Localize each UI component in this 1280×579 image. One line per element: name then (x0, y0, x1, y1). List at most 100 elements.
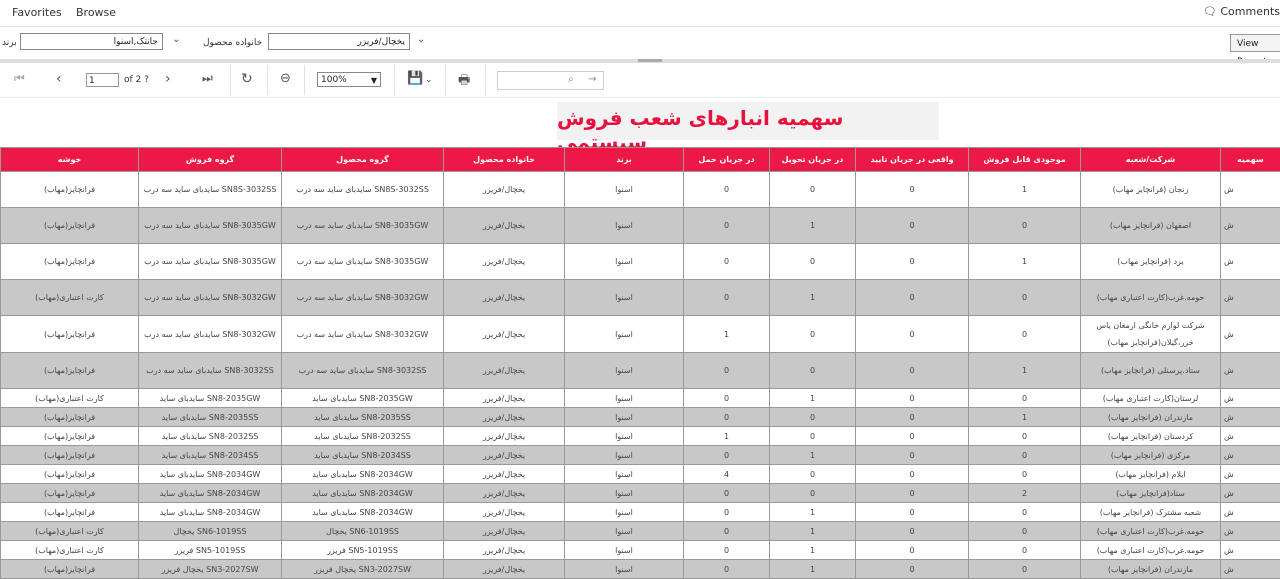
last-page-icon[interactable]: ⏭ (202, 71, 213, 86)
column-header-product-family[interactable]: خانواده محصول (444, 148, 565, 172)
zoom-value: 100% (321, 75, 347, 85)
column-header-cluster[interactable]: خوشه (1, 148, 139, 172)
cell-quota: ش (1221, 503, 1280, 522)
column-header-pending-approval[interactable]: واقعی در جریان تایید (856, 148, 969, 172)
cell-in-transit: 0 (684, 522, 770, 541)
cell-product-group: SN8-2034GW سایدبای ساید (282, 503, 444, 522)
cell-product-family: یخچال/فریزر (444, 503, 565, 522)
table-header: خوشهگروه فروشگروه محصولخانواده محصولبرند… (1, 148, 1280, 172)
refresh-icon[interactable]: ↻ (241, 71, 253, 87)
cell-company-branch: زنجان (فرانچایز مهاب) (1081, 172, 1221, 208)
cell-sales-group: SN8-3032GW سایدبای ساید سه درب (139, 316, 282, 353)
cell-product-family: یخچال/فریزر (444, 244, 565, 280)
cell-sales-group: SN5-1019SS فریزر (139, 541, 282, 560)
zoom-select[interactable]: 100% ▼ (317, 72, 381, 87)
family-label: خانواده محصول (203, 38, 262, 48)
brand-select[interactable]: جانتک,اسنوا (20, 33, 163, 50)
column-header-brand[interactable]: برند (565, 148, 684, 172)
find-icon[interactable]: ⌕ (568, 74, 574, 85)
cell-in-delivery: 1 (770, 541, 856, 560)
cell-quota: ش (1221, 408, 1280, 427)
report-table: خوشهگروه فروشگروه محصولخانواده محصولبرند… (0, 147, 1280, 579)
back-icon[interactable]: ⊖ (280, 71, 291, 86)
column-header-sales-group[interactable]: گروه فروش (139, 148, 282, 172)
export-dropdown-icon[interactable]: ⌄ (425, 75, 433, 85)
cell-in-transit: 1 (684, 427, 770, 446)
previous-page-icon[interactable]: ‹ (56, 71, 62, 87)
cell-company-branch: اصفهان (فرانچایز مهاب) (1081, 208, 1221, 244)
column-header-in-transit[interactable]: در جریان حمل (684, 148, 770, 172)
cell-company-branch: لرستان(کارت اعتباری مهاب) (1081, 389, 1221, 408)
cell-in-transit: 0 (684, 484, 770, 503)
column-header-in-delivery[interactable]: در جریان تحویل (770, 148, 856, 172)
cell-quota: ش (1221, 484, 1280, 503)
nav-favorites[interactable]: Favorites (12, 6, 62, 19)
cell-sales-group: SN8-2034SS سایدبای ساید (139, 446, 282, 465)
cell-brand: اسنوا (565, 244, 684, 280)
cell-available-stock: 0 (969, 503, 1081, 522)
view-report-button[interactable]: View Report (1230, 34, 1280, 52)
comments-label: Comments (1220, 5, 1280, 18)
comments-button[interactable]: 🗨 Comments (1203, 5, 1280, 18)
table-row: فرانچایز(مهاب)SN8S-3032SS سایدبای ساید س… (1, 172, 1280, 208)
cell-product-family: یخچال/فریزر (444, 280, 565, 316)
cell-pending-approval: 0 (856, 208, 969, 244)
cell-available-stock: 1 (969, 408, 1081, 427)
cell-company-branch: ستاد.پرسنلی (فرانچایز مهاب) (1081, 353, 1221, 389)
cell-available-stock: 0 (969, 446, 1081, 465)
cell-available-stock: 0 (969, 280, 1081, 316)
nav-browse[interactable]: Browse (76, 6, 116, 19)
cell-product-group: SN8-3032SS سایدبای ساید سه درب (282, 353, 444, 389)
table-row: فرانچایز(مهاب)SN8-2034GW سایدبای سایدSN8… (1, 465, 1280, 484)
cell-brand: اسنوا (565, 316, 684, 353)
comment-icon: 🗨 (1203, 5, 1217, 18)
cell-product-family: یخچال/فریزر (444, 353, 565, 389)
export-icon[interactable]: 💾 (407, 71, 423, 86)
report-toolbar: ⏮ ‹ 1 of 2 ? › ⏭ ↻ ⊖ 100% ▼ 💾 ⌄ 🖶 ⌕ → (0, 63, 1280, 98)
cell-sales-group: SN6-1019SS یخچال (139, 522, 282, 541)
first-page-icon[interactable]: ⏮ (14, 71, 25, 86)
brand-dropdown-icon[interactable]: ⌄ (172, 34, 180, 45)
find-next-icon[interactable]: → (588, 74, 596, 85)
cell-pending-approval: 0 (856, 172, 969, 208)
cell-product-group: SN8S-3032SS سایدبای ساید سه درب (282, 172, 444, 208)
table-row: کارت اعتباری(مهاب)SN6-1019SS یخچالSN6-10… (1, 522, 1280, 541)
cell-quota: ش (1221, 446, 1280, 465)
cell-product-family: یخچال/فریزر (444, 465, 565, 484)
cell-quota: ش (1221, 353, 1280, 389)
cell-in-transit: 0 (684, 244, 770, 280)
family-dropdown-icon[interactable]: ⌄ (417, 34, 425, 45)
column-header-company-branch[interactable]: شرکت/شعبه (1081, 148, 1221, 172)
cell-available-stock: 0 (969, 316, 1081, 353)
cell-quota: ش (1221, 208, 1280, 244)
cell-product-group: SN8-2035GW سایدبای ساید (282, 389, 444, 408)
cell-product-group: SN8-2032SS سایدبای ساید (282, 427, 444, 446)
cell-product-group: SN8-3035GW سایدبای ساید سه درب (282, 208, 444, 244)
page-number-input[interactable]: 1 (86, 73, 119, 87)
cell-quota: ش (1221, 244, 1280, 280)
column-header-available-stock[interactable]: موجودی قابل فروش (969, 148, 1081, 172)
cell-in-transit: 0 (684, 446, 770, 465)
cell-quota: ش (1221, 389, 1280, 408)
cell-cluster: فرانچایز(مهاب) (1, 503, 139, 522)
cell-product-family: یخچال/فریزر (444, 560, 565, 579)
table-row: فرانچایز(مهاب)SN8-2034GW سایدبای سایدSN8… (1, 503, 1280, 522)
table-row: فرانچایز(مهاب)SN8-2034SS سایدبای سایدSN8… (1, 446, 1280, 465)
next-page-icon[interactable]: › (165, 71, 171, 87)
cell-available-stock: 0 (969, 560, 1081, 579)
table-row: فرانچایز(مهاب)SN8-3035GW سایدبای ساید سه… (1, 208, 1280, 244)
find-input[interactable]: ⌕ → (497, 71, 604, 90)
cell-sales-group: SN8-2035SS سایدبای ساید (139, 408, 282, 427)
cell-pending-approval: 0 (856, 503, 969, 522)
cell-quota: ش (1221, 541, 1280, 560)
page-count: of 2 ? (124, 75, 149, 85)
column-header-quota[interactable]: سهمیه (1221, 148, 1280, 172)
cell-pending-approval: 0 (856, 446, 969, 465)
cell-in-transit: 0 (684, 280, 770, 316)
print-icon[interactable]: 🖶 (458, 71, 470, 93)
family-select[interactable]: یخچال/فریزر (268, 33, 410, 50)
cell-product-family: یخچال/فریزر (444, 541, 565, 560)
column-header-product-group[interactable]: گروه محصول (282, 148, 444, 172)
zoom-dropdown-icon: ▼ (371, 73, 377, 88)
splitter-grip[interactable] (638, 59, 662, 62)
